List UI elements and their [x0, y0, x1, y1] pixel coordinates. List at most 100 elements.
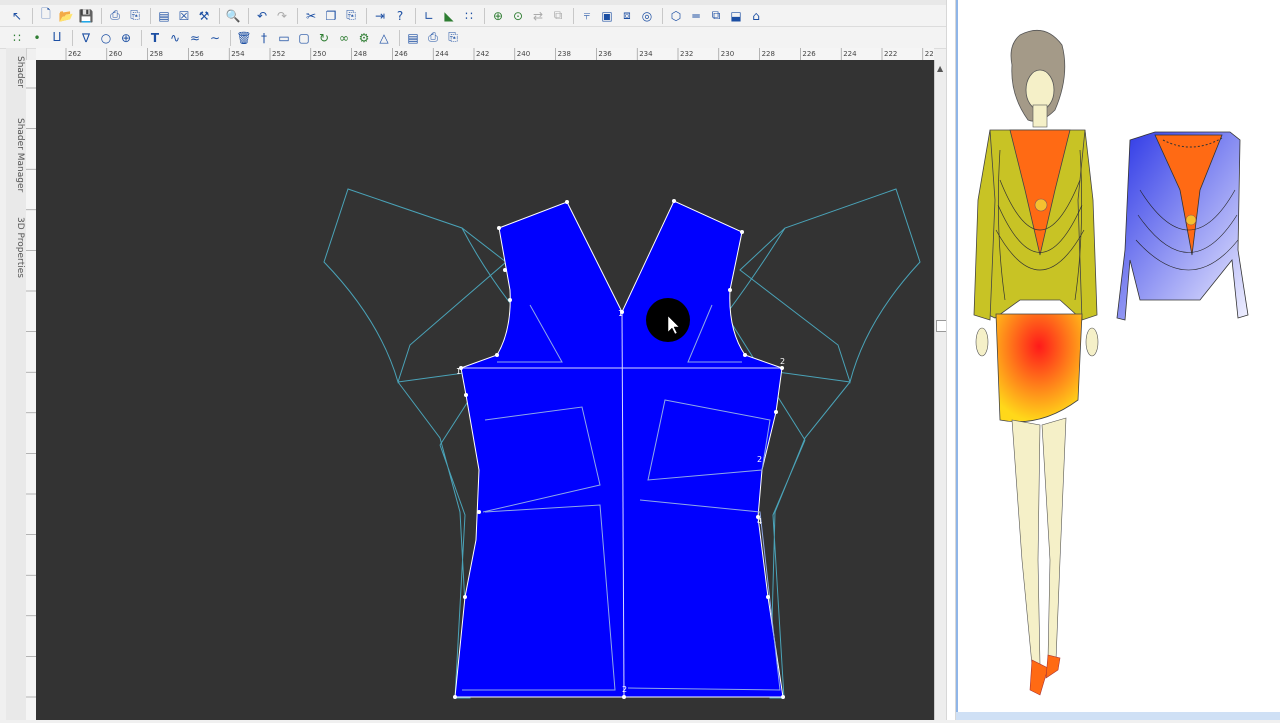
toolbar-separator — [230, 29, 231, 46]
ruler-label: 230 — [721, 50, 734, 58]
tab-shader[interactable]: Shader — [7, 52, 25, 92]
triangle-icon[interactable]: △ — [375, 29, 393, 47]
toolbar-separator — [248, 7, 249, 24]
toolbar-separator — [399, 29, 400, 46]
ruler-label: 226 — [802, 50, 816, 58]
document-icon[interactable]: ⎘ — [444, 29, 462, 47]
mirror-icon[interactable]: ⇄ — [529, 7, 547, 25]
ruler-label: 246 — [394, 50, 408, 58]
ruler-label: 242 — [476, 50, 489, 58]
shape-icon[interactable]: ⬡ — [667, 7, 685, 25]
toolbar-separator — [662, 7, 663, 24]
point-label: 2 — [757, 455, 762, 464]
distribute-icon[interactable]: ⧈ — [618, 7, 636, 25]
text-icon[interactable]: T — [146, 29, 164, 47]
export-icon[interactable]: ⇥ — [371, 7, 389, 25]
rect-icon[interactable]: ▭ — [275, 29, 293, 47]
cut-icon[interactable]: ✂ — [302, 7, 320, 25]
back-view-garment — [1116, 131, 1249, 321]
toolbar-separator — [101, 7, 102, 24]
layout-icon[interactable]: ▤ — [155, 7, 173, 25]
ruler-label: 248 — [354, 50, 367, 58]
print-icon[interactable]: ⎙ — [106, 7, 124, 25]
zoom-icon[interactable]: 🔍 — [224, 7, 242, 25]
ruler-label: 256 — [190, 50, 204, 58]
rotate-cw-icon[interactable]: ↻ — [315, 29, 333, 47]
pen-icon[interactable]: ∇ — [77, 29, 95, 47]
point-tool-icon[interactable]: • — [28, 29, 46, 47]
house-icon[interactable]: ⌂ — [747, 7, 765, 25]
garment-preview-panel — [956, 0, 1280, 720]
note-icon[interactable]: ⎙ — [424, 29, 442, 47]
ruler-label: 250 — [313, 50, 326, 58]
line-tool-icon[interactable]: ∷ — [8, 29, 26, 47]
select-tool-icon[interactable]: ↖ — [8, 7, 26, 25]
globe-icon[interactable]: ⊕ — [117, 29, 135, 47]
ruler-label: 258 — [150, 50, 163, 58]
toolbar-separator — [219, 7, 220, 24]
paste-icon[interactable]: ⎘ — [342, 7, 360, 25]
group-icon[interactable]: ⧉ — [549, 7, 567, 25]
tab-shader-manager[interactable]: Shader Manager — [7, 108, 25, 203]
measure-icon[interactable]: ∟ — [420, 7, 438, 25]
tools-icon[interactable]: ⚒ — [195, 7, 213, 25]
ruler-label: 220 — [925, 50, 934, 58]
save-icon[interactable]: 💾 — [77, 7, 95, 25]
bodice-pattern — [454, 200, 784, 698]
ruler-label: 232 — [680, 50, 693, 58]
new-doc-icon[interactable]: 🗋 — [37, 7, 55, 25]
spline-icon[interactable]: ≈ — [186, 29, 204, 47]
toolbar-separator — [415, 7, 416, 24]
toolbar-separator — [366, 7, 367, 24]
trash-icon[interactable]: 🗑 — [235, 29, 253, 47]
ruler-label: 262 — [68, 50, 81, 58]
link-icon[interactable]: ∞ — [335, 29, 353, 47]
ruler-label: 244 — [435, 50, 449, 58]
layers-icon[interactable]: ⧉ — [707, 7, 725, 25]
frame-icon[interactable]: ▢ — [295, 29, 313, 47]
copy-pattern-icon[interactable]: ⬓ — [727, 7, 745, 25]
main-toolbar: ↖ 🗋 📂 💾 ⎙ ⎘ ▤ ☒ ⚒ 🔍 ↶ ↷ ✂ ❐ ⎘ ⇥ ? ∟ ◣ ∷ … — [0, 5, 946, 27]
scroll-up-icon[interactable]: ▲ — [937, 64, 943, 73]
rotate-icon[interactable]: ▣ — [598, 7, 616, 25]
toolbar-separator — [297, 7, 298, 24]
ruler-label: 238 — [558, 50, 571, 58]
help-icon[interactable]: ? — [391, 7, 409, 25]
undo-icon[interactable]: ↶ — [253, 7, 271, 25]
circle-icon[interactable]: ○ — [97, 29, 115, 47]
right-shoe — [1045, 654, 1061, 679]
print-preview-icon[interactable]: ⎘ — [126, 7, 144, 25]
wave-icon[interactable]: ∼ — [206, 29, 224, 47]
side-tab-strip: Shader Shader Manager 3D Properties — [6, 48, 27, 720]
align-icon[interactable]: ⫧ — [578, 7, 596, 25]
redo-icon[interactable]: ↷ — [273, 7, 291, 25]
stretch-icon[interactable]: ◎ — [638, 7, 656, 25]
point-icon[interactable]: ⊙ — [509, 7, 527, 25]
point-label: 1 — [456, 367, 461, 376]
panel-separator[interactable] — [946, 0, 956, 720]
point-label: 4 — [757, 517, 762, 526]
snap-icon[interactable]: ⊕ — [489, 7, 507, 25]
ruler-label: 240 — [517, 50, 530, 58]
preview-bottom-bar — [956, 712, 1280, 720]
scale-icon[interactable]: ⨿ — [48, 29, 66, 47]
pin-icon[interactable]: † — [255, 29, 273, 47]
excel-icon[interactable]: ☒ — [175, 7, 193, 25]
tab-3d-properties[interactable]: 3D Properties — [7, 210, 25, 285]
pattern-drawing: 1 2 1 2 2 4 — [323, 188, 921, 699]
toolbar-separator — [141, 29, 142, 46]
point-label: 1 — [618, 309, 623, 318]
pattern-canvas[interactable]: 1 2 1 2 2 4 — [36, 60, 934, 720]
page-icon[interactable]: ▤ — [404, 29, 422, 47]
fill-icon[interactable]: ◣ — [440, 7, 458, 25]
grid-icon[interactable]: ∷ — [460, 7, 478, 25]
open-doc-icon[interactable]: 📂 — [57, 7, 75, 25]
ruler-icon[interactable]: ═ — [687, 7, 705, 25]
brooch — [1034, 198, 1048, 212]
ruler-label: 252 — [272, 50, 285, 58]
copy-icon[interactable]: ❐ — [322, 7, 340, 25]
left-shoe — [1029, 659, 1049, 696]
toolbar-separator — [573, 7, 574, 24]
gear-icon[interactable]: ⚙ — [355, 29, 373, 47]
curve-icon[interactable]: ∿ — [166, 29, 184, 47]
